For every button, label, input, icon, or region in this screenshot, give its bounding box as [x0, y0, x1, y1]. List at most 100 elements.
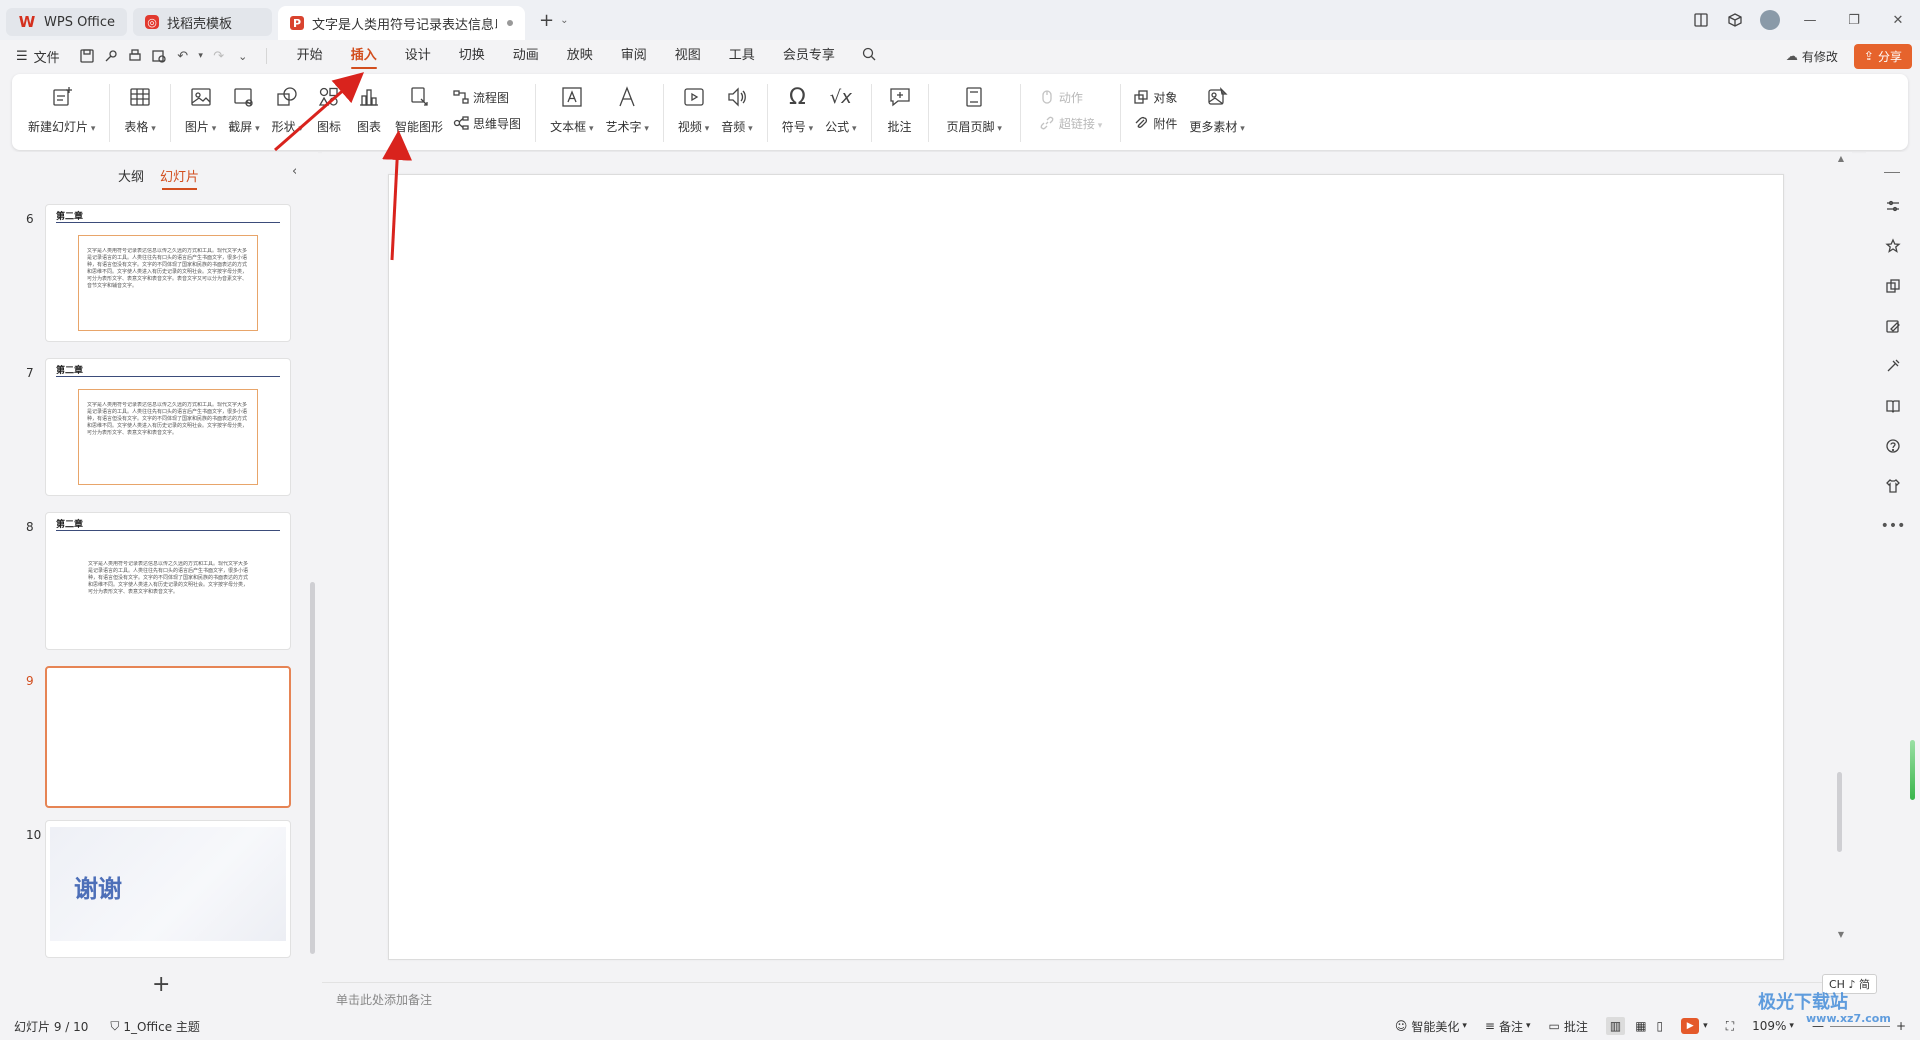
- redo-icon[interactable]: ↷: [208, 45, 230, 67]
- tab-label: 文字是人类用符号记录表达信息以: [312, 17, 498, 33]
- object-button[interactable]: 对象: [1133, 86, 1177, 108]
- customize-chevron-icon[interactable]: ⌄: [232, 45, 254, 67]
- collapse-sidebar-icon[interactable]: [1884, 172, 1900, 173]
- icon-button[interactable]: 图标: [309, 84, 349, 135]
- tools-icon[interactable]: [1883, 356, 1903, 376]
- screenshot-button[interactable]: 截屏: [222, 84, 265, 135]
- undo-icon[interactable]: ↶: [172, 45, 194, 67]
- slide-thumbnail[interactable]: 第二章 文字是人类用符号记录表达信息以传之久远的方式和工具。现代文字大多是记录语…: [45, 204, 291, 342]
- more-icon[interactable]: •••: [1881, 516, 1906, 536]
- tab-transitions[interactable]: 切换: [445, 40, 499, 72]
- flowchart-button[interactable]: 流程图: [453, 86, 521, 108]
- table-icon: [127, 84, 153, 110]
- slide-thumbnail[interactable]: 谢谢: [45, 820, 291, 958]
- tab-home[interactable]: 开始: [283, 40, 337, 72]
- grid-view-icon[interactable]: ▦: [1635, 1019, 1646, 1033]
- symbol-button[interactable]: Ω 符号: [776, 84, 819, 135]
- add-slide-icon[interactable]: +: [152, 972, 170, 997]
- reading-view-icon[interactable]: ▯: [1657, 1019, 1664, 1033]
- hyperlink-button[interactable]: 超链接: [1039, 112, 1102, 134]
- tab-slideshow[interactable]: 放映: [553, 40, 607, 72]
- print-icon[interactable]: [124, 45, 146, 67]
- picture-button[interactable]: 图片: [179, 84, 222, 135]
- save-icon[interactable]: [76, 45, 98, 67]
- tab-list-chevron-icon[interactable]: ⌄: [560, 15, 568, 26]
- current-slide[interactable]: [388, 174, 1784, 960]
- video-button[interactable]: 视频: [672, 84, 715, 135]
- restore-icon[interactable]: ❐: [1832, 0, 1876, 40]
- tab-view[interactable]: 视图: [661, 40, 715, 72]
- tab-membership[interactable]: 会员专享: [769, 40, 849, 72]
- audio-button[interactable]: 音频: [715, 84, 758, 135]
- notes-toggle[interactable]: ≡ 备注 ▾: [1485, 1018, 1531, 1035]
- beautify-button[interactable]: ☺ 智能美化 ▾: [1395, 1018, 1467, 1035]
- scroll-up-icon[interactable]: ▲: [1838, 154, 1844, 163]
- collapse-panel-icon[interactable]: ‹: [292, 164, 297, 179]
- theme-indicator[interactable]: ⛉ 1_Office 主题: [110, 1018, 200, 1035]
- tab-review[interactable]: 审阅: [607, 40, 661, 72]
- new-slide-button[interactable]: 新建幻灯片: [22, 84, 101, 135]
- export-icon[interactable]: [100, 45, 122, 67]
- slide-thumbnail-selected[interactable]: [45, 666, 291, 808]
- table-button[interactable]: 表格: [118, 84, 161, 135]
- action-button[interactable]: 动作: [1039, 86, 1102, 108]
- tab-tools[interactable]: 工具: [715, 40, 769, 72]
- share-button[interactable]: ⇪ 分享: [1853, 43, 1912, 69]
- file-menu[interactable]: ☰ 文件: [16, 47, 60, 66]
- tab-design[interactable]: 设计: [391, 40, 445, 72]
- smartart-button[interactable]: 智能图形: [389, 84, 449, 135]
- modified-status[interactable]: ☁ 有修改: [1786, 48, 1838, 65]
- tab-wps-office[interactable]: W WPS Office: [6, 8, 128, 36]
- slide-thumbnail[interactable]: 第二章 文字是人类用符号记录表达信息以传之久远的方式和工具。现代文字大多是记录语…: [45, 358, 291, 496]
- copy-icon[interactable]: [1883, 276, 1903, 296]
- slide-thumbnail[interactable]: 第二章 文字是人类用符号记录表达信息以传之久远的方式和工具。现代文字大多是记录语…: [45, 512, 291, 650]
- shirt-icon[interactable]: [1883, 476, 1903, 496]
- notes-pane[interactable]: 单击此处添加备注: [322, 982, 1852, 1012]
- edit-image-icon[interactable]: [1883, 316, 1903, 336]
- tab-insert[interactable]: 插入: [337, 40, 391, 72]
- comment-toggle[interactable]: ▭ 批注: [1549, 1018, 1588, 1035]
- shape-button[interactable]: 形状: [266, 84, 309, 135]
- tab-animations[interactable]: 动画: [499, 40, 553, 72]
- wordart-button[interactable]: 艺术字: [599, 84, 654, 135]
- formula-button[interactable]: √x 公式: [819, 84, 862, 135]
- chart-button[interactable]: 图表: [349, 84, 389, 135]
- book-icon[interactable]: [1883, 396, 1903, 416]
- textbox-button[interactable]: 文本框: [544, 84, 599, 135]
- zoom-slider[interactable]: [1829, 1025, 1890, 1027]
- ribbon-divider: [766, 84, 768, 142]
- tab-slides[interactable]: 幻灯片: [160, 166, 199, 190]
- properties-icon[interactable]: [1883, 196, 1903, 216]
- avatar[interactable]: [1760, 10, 1780, 30]
- zoom-in-icon[interactable]: +: [1896, 1019, 1906, 1033]
- panel-scrollbar[interactable]: [310, 582, 315, 954]
- more-assets-button[interactable]: 更多素材: [1183, 84, 1250, 135]
- tab-outline[interactable]: 大纲: [118, 166, 144, 185]
- star-icon[interactable]: [1883, 236, 1903, 256]
- normal-view-icon[interactable]: ▥: [1605, 1017, 1626, 1035]
- unsaved-dot-icon[interactable]: [507, 20, 514, 26]
- cloud-icon: ☁: [1785, 49, 1798, 63]
- attachment-button[interactable]: 附件: [1133, 112, 1177, 134]
- tab-document[interactable]: P 文字是人类用符号记录表达信息以: [278, 6, 526, 40]
- search-icon[interactable]: [861, 46, 877, 66]
- mindmap-button[interactable]: 思维导图: [453, 112, 521, 134]
- new-tab-icon[interactable]: +: [539, 10, 554, 31]
- cube-icon[interactable]: [1718, 0, 1752, 40]
- slideshow-button[interactable]: ▶ ▾: [1681, 1018, 1708, 1034]
- layout-icon[interactable]: [1684, 0, 1718, 40]
- canvas-scrollbar[interactable]: [1837, 772, 1842, 852]
- undo-chevron-icon[interactable]: ▾: [196, 45, 206, 67]
- wordart-icon: [614, 84, 640, 110]
- help-icon[interactable]: [1883, 436, 1903, 456]
- theme-label: 1_Office 主题: [123, 1019, 200, 1034]
- fit-window-icon[interactable]: ⛶: [1726, 1019, 1734, 1034]
- print-preview-icon[interactable]: [148, 45, 170, 67]
- tab-label: WPS Office: [44, 14, 116, 30]
- close-icon[interactable]: ✕: [1876, 0, 1920, 40]
- comment-button[interactable]: 批注: [880, 84, 920, 135]
- header-footer-button[interactable]: 页眉页脚: [937, 84, 1012, 135]
- scroll-down-icon[interactable]: ▼: [1838, 930, 1844, 939]
- tab-template[interactable]: ◎ 找稻壳模板: [133, 8, 273, 36]
- minimize-icon[interactable]: —: [1788, 0, 1832, 40]
